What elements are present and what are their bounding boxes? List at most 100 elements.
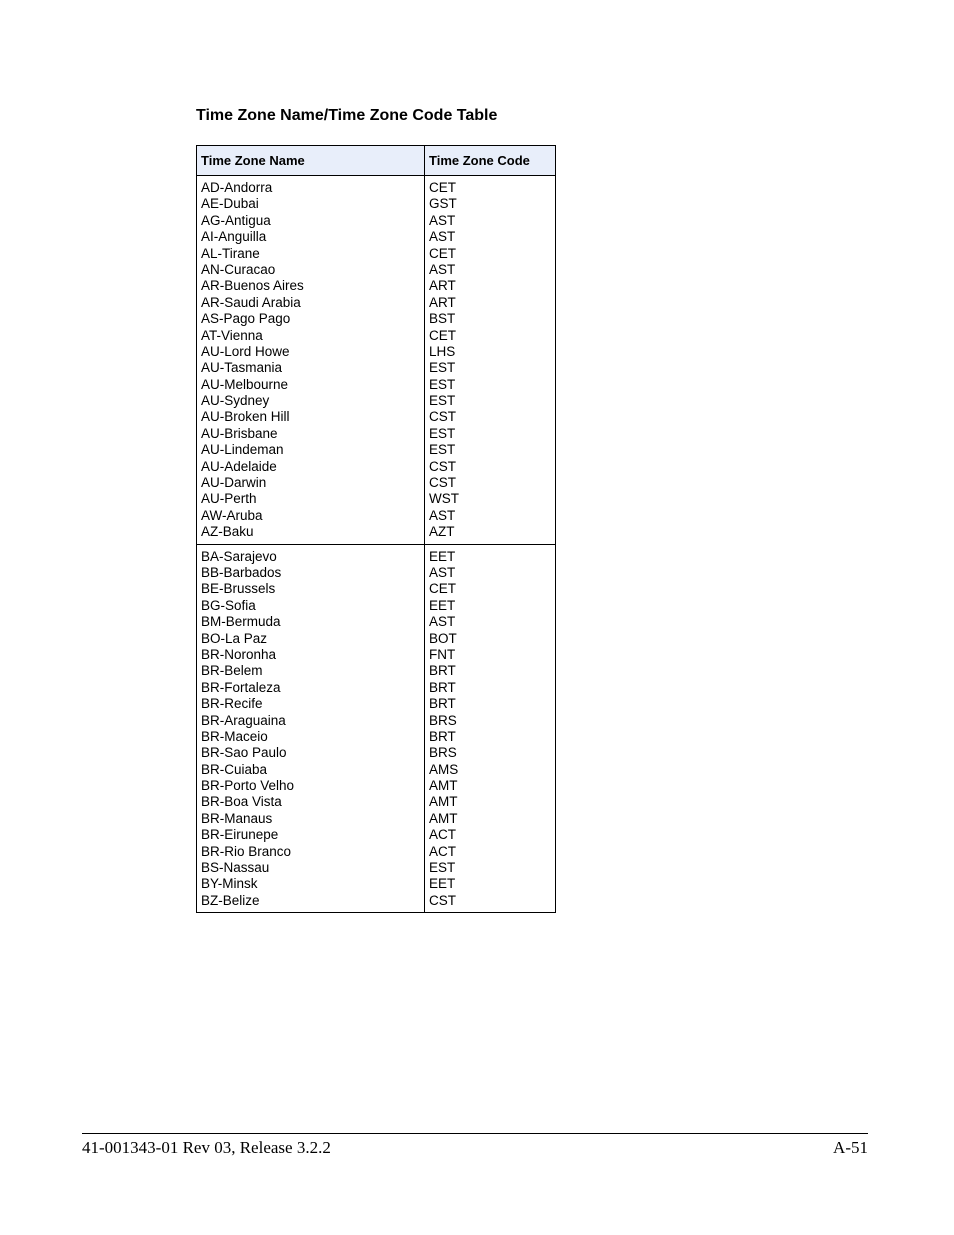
time-zone-name: BG-Sofia xyxy=(201,597,256,613)
time-zone-name: AU-Tasmania xyxy=(201,360,283,376)
time-zone-code: AST xyxy=(429,564,456,580)
time-zone-code: BRT xyxy=(429,663,456,679)
time-zone-name: AU-Brisbane xyxy=(201,425,278,441)
time-zone-name: AS-Pago Pago xyxy=(201,311,291,327)
time-zone-name: AI-Anguilla xyxy=(201,229,267,245)
time-zone-code: EST xyxy=(429,442,456,458)
time-zone-code: EST xyxy=(429,393,456,409)
time-zone-name: AT-Vienna xyxy=(201,327,263,343)
time-zone-code: WST xyxy=(429,491,459,507)
table-body: AD-Andorra AE-Dubai AG-Antigua AI-Anguilla A… xyxy=(196,175,556,914)
time-zone-code: ART xyxy=(429,278,456,294)
time-zone-code: BRT xyxy=(429,679,456,695)
time-zone-name: AL-Tirane xyxy=(201,245,260,261)
column-header-code: Time Zone Code xyxy=(424,145,556,176)
time-zone-name: AU-Adelaide xyxy=(201,458,277,474)
time-zone-code-cell: CET GST AST AST CET AST ART ART BST CET LHS EST EST E… xyxy=(424,175,556,545)
time-zone-name: BR-Eirunepe xyxy=(201,827,279,843)
time-zone-name: BR-Manaus xyxy=(201,810,273,826)
time-zone-code: AZT xyxy=(429,524,455,540)
time-zone-name: AR-Saudi Arabia xyxy=(201,294,301,310)
time-zone-name: BR-Recife xyxy=(201,696,263,712)
time-zone-code: AMT xyxy=(429,810,458,826)
time-zone-code: BOT xyxy=(429,630,457,646)
time-zone-code: AST xyxy=(429,507,456,523)
time-zone-name-cell: BA-Sarajevo BB-Barbados BE-Brussels BG-Sofi… xyxy=(196,543,425,914)
time-zone-name-cell: AD-Andorra AE-Dubai AG-Antigua AI-Anguilla A… xyxy=(196,175,425,545)
table-group-row: AD-Andorra AE-Dubai AG-Antigua AI-Anguilla A… xyxy=(196,175,556,545)
time-zone-name: BR-Porto Velho xyxy=(201,778,295,794)
time-zone-code: CET xyxy=(429,245,456,261)
time-zone-name: AU-Broken Hill xyxy=(201,409,290,425)
time-zone-code: ACT xyxy=(429,843,456,859)
time-zone-code: AST xyxy=(429,261,456,277)
time-zone-name: AU-Sydney xyxy=(201,393,270,409)
time-zone-code-cell: EET AST CET EET AST BOT FNT BRT BRT BRT BRS BRT BRS A… xyxy=(424,543,556,914)
time-zone-name: AU-Perth xyxy=(201,491,257,507)
time-zone-name: AE-Dubai xyxy=(201,196,259,212)
time-zone-code: BRT xyxy=(429,696,456,712)
time-zone-code: EST xyxy=(429,425,456,441)
time-zone-name: BA-Sarajevo xyxy=(201,548,277,564)
table-group-row: BA-Sarajevo BB-Barbados BE-Brussels BG-Sofi… xyxy=(196,543,556,914)
time-zone-code: ART xyxy=(429,294,456,310)
time-zone-code: AMT xyxy=(429,794,458,810)
time-zone-name: AZ-Baku xyxy=(201,524,254,540)
time-zone-name: BE-Brussels xyxy=(201,581,276,597)
time-zone-name: AU-Lord Howe xyxy=(201,343,290,359)
time-zone-name: BR-Noronha xyxy=(201,646,277,662)
time-zone-code: CST xyxy=(429,458,456,474)
time-zone-name: AN-Curacao xyxy=(201,261,276,277)
time-zone-name: BO-La Paz xyxy=(201,630,268,646)
time-zone-name: BR-Araguaina xyxy=(201,712,286,728)
time-zone-name: BM-Bermuda xyxy=(201,614,281,630)
time-zone-name: AW-Aruba xyxy=(201,507,263,523)
time-zone-code: AST xyxy=(429,614,456,630)
time-zone-code: LHS xyxy=(429,343,456,359)
time-zone-name: AU-Darwin xyxy=(201,475,267,491)
time-zone-code: CET xyxy=(429,327,456,343)
time-zone-name: BR-Sao Paulo xyxy=(201,745,287,761)
time-zone-name: BR-Maceio xyxy=(201,728,268,744)
time-zone-code: BRS xyxy=(429,712,457,728)
time-zone-code: AMT xyxy=(429,778,458,794)
time-zone-code: AST xyxy=(429,212,456,228)
time-zone-name: BR-Fortaleza xyxy=(201,679,281,695)
time-zone-code: EET xyxy=(429,597,456,613)
time-zone-code: CST xyxy=(429,409,456,425)
time-zone-name: BR-Cuiaba xyxy=(201,761,268,777)
time-zone-code: CST xyxy=(429,892,456,908)
time-zone-code: BRT xyxy=(429,728,456,744)
time-zone-name: BZ-Belize xyxy=(201,892,260,908)
time-zone-name: BY-Minsk xyxy=(201,876,258,892)
time-zone-name: BB-Barbados xyxy=(201,564,282,580)
footer-page-number: A-51 xyxy=(833,1138,868,1157)
time-zone-name: AU-Lindeman xyxy=(201,442,284,458)
footer-divider xyxy=(82,1133,868,1134)
column-header-name: Time Zone Name xyxy=(196,145,425,176)
time-zone-code: EET xyxy=(429,876,456,892)
time-zone-code: AMS xyxy=(429,761,459,777)
time-zone-name: BR-Rio Branco xyxy=(201,843,292,859)
time-zone-code: CST xyxy=(429,475,456,491)
time-zone-name: BS-Nassau xyxy=(201,860,270,876)
time-zone-code: GST xyxy=(429,196,457,212)
time-zone-code: EET xyxy=(429,548,456,564)
time-zone-name: AD-Andorra xyxy=(201,180,273,195)
time-zone-code: BRS xyxy=(429,745,457,761)
footer-document-id: 41-001343-01 Rev 03, Release 3.2.2 xyxy=(82,1138,331,1157)
time-zone-code: EST xyxy=(429,860,456,876)
time-zone-code: EST xyxy=(429,376,456,392)
page-title: Time Zone Name/Time Zone Code Table xyxy=(196,107,498,124)
time-zone-code: ACT xyxy=(429,827,456,843)
time-zone-name: BR-Boa Vista xyxy=(201,794,282,810)
time-zone-code: EST xyxy=(429,360,456,376)
time-zone-code: AST xyxy=(429,229,456,245)
time-zone-name: AR-Buenos Aires xyxy=(201,278,304,294)
time-zone-name: BR-Belem xyxy=(201,663,263,679)
table-header-row: Time Zone Name Time Zone Code xyxy=(196,145,556,176)
time-zone-name: AG-Antigua xyxy=(201,212,271,228)
time-zone-name: AU-Melbourne xyxy=(201,376,289,392)
time-zone-code: CET xyxy=(429,180,456,195)
time-zone-code: BST xyxy=(429,311,456,327)
